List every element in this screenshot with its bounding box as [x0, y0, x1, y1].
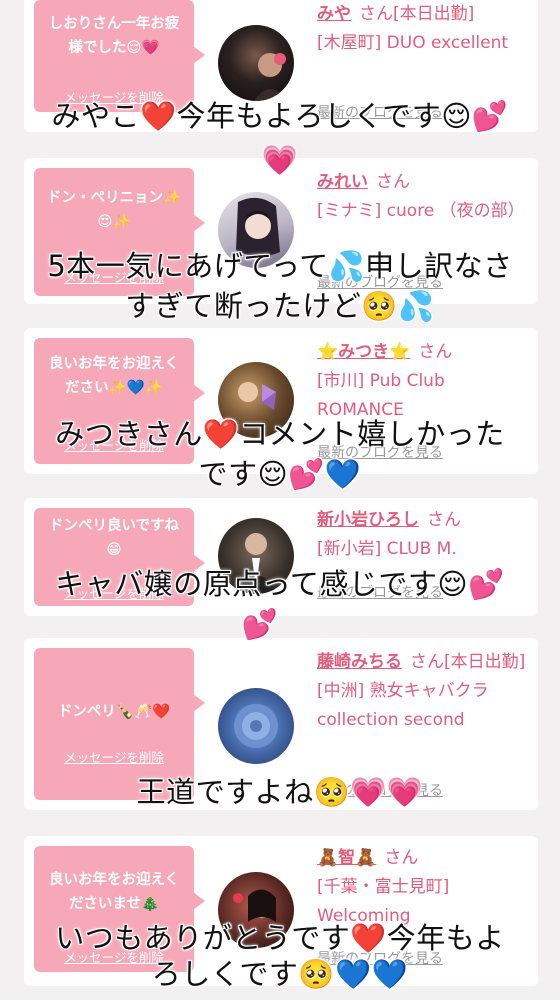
message-card: 良いお年をお迎えください✨💙✨ メッセージを削除 ⭐みつき⭐ さん [市川] Pu…	[24, 328, 538, 474]
shop-name: [中洲] 熟女キャバクラ collection second	[317, 681, 489, 730]
message-text: 良いお年をお迎えください✨💙✨	[48, 356, 180, 396]
overlay-caption: です😌💕💙	[198, 457, 362, 491]
cast-name-link[interactable]: 新小岩ひろし	[317, 510, 419, 530]
cast-info: 新小岩ひろし さん [新小岩] CLUB M.	[317, 506, 532, 564]
overlay-caption: いつもありがとうです❤️今年もよ	[55, 921, 505, 955]
cast-suffix: さん	[427, 510, 461, 530]
overlay-caption: キャバ嬢の原点って感じです😌💕	[55, 567, 505, 601]
cast-info: 藤崎みちる さん[本日出勤] [中洲] 熟女キャバクラ collection se…	[317, 648, 532, 735]
message-text: しおりさん一年お疲様でした😌💗	[48, 16, 180, 56]
message-text: ドンペリ良いですね😁	[48, 518, 180, 558]
message-text: ドンペリ🍾🥂❤️	[57, 704, 171, 720]
message-text: ドン・ペリニョン✨😍✨	[46, 190, 182, 230]
overlay-caption: 5本一気にあげてって💦申し訳なさ	[47, 249, 513, 283]
message-bubble: しおりさん一年お疲様でした😌💗 メッセージを削除	[34, 0, 205, 112]
avatar[interactable]	[218, 25, 294, 101]
overlay-caption: みつきさん❤️コメント嬉しかった	[55, 417, 505, 451]
blue-rose-avatar-icon	[234, 704, 278, 748]
cast-info: ⭐みつき⭐ さん [市川] Pub Club ROMANCE	[317, 338, 532, 425]
avatar[interactable]	[218, 688, 294, 764]
message-text: 良いお年をお迎えくださいませ🎄	[48, 872, 180, 912]
shop-name: [千葉・富士見町] Welcoming	[317, 877, 450, 926]
shop-name: [新小岩] CLUB M.	[317, 539, 457, 559]
overlay-caption: みやこ❤️今年もよろしくです😌💕	[51, 99, 509, 133]
cast-suffix: さん	[384, 848, 419, 868]
overlay-caption: 💕	[241, 607, 279, 641]
overlay-caption: すぎて断ったけど🥺💦	[125, 289, 435, 323]
overlay-caption: 💗	[261, 143, 299, 177]
cast-name-link[interactable]: 藤崎みちる	[317, 652, 402, 672]
shop-name: [ミナミ] cuore （夜の部）	[317, 201, 525, 221]
shop-name: [木屋町] DUO excellent	[317, 33, 509, 53]
delete-message-link[interactable]: メッセージを削除	[34, 746, 194, 770]
overlay-caption: ろしくです🥺💙💙	[151, 957, 409, 991]
cast-suffix: さん	[418, 342, 453, 362]
shop-name: [市川] Pub Club ROMANCE	[317, 371, 445, 420]
cast-name-link[interactable]: 🧸智🧸	[317, 848, 376, 868]
cast-suffix: さん[本日出勤]	[410, 652, 526, 672]
cast-info: 🧸智🧸 さん [千葉・富士見町] Welcoming	[317, 844, 532, 931]
overlay-caption: 王道ですよね🥺💗💗	[136, 775, 424, 809]
cast-suffix: さん[本日出勤]	[359, 4, 475, 24]
cast-name-link[interactable]: みや	[317, 4, 351, 24]
cast-name-link[interactable]: ⭐みつき⭐	[317, 342, 410, 362]
cast-info: みや さん[本日出勤] [木屋町] DUO excellent	[317, 0, 532, 58]
avatar-photo-icon	[254, 53, 288, 101]
